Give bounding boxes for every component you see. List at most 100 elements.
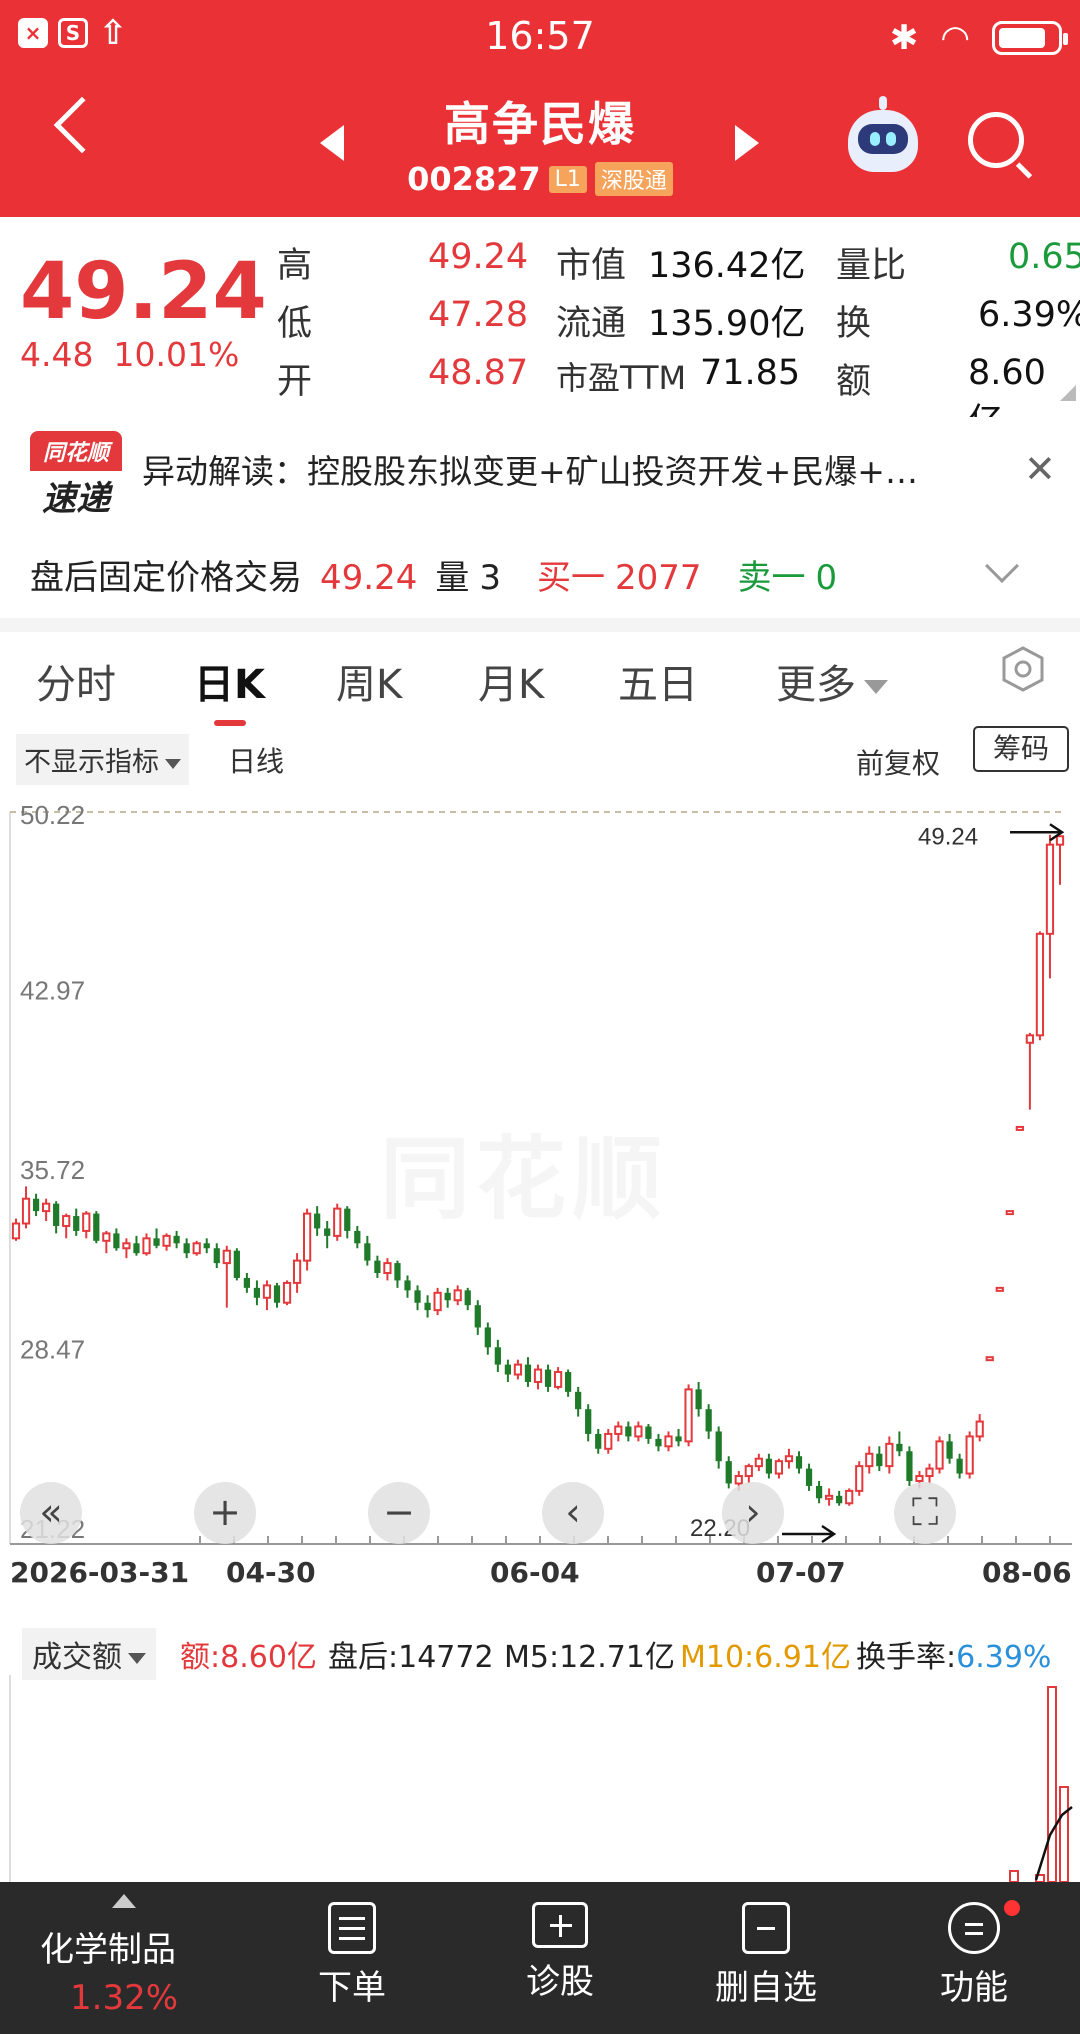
candle [303, 1208, 312, 1271]
candle-body [333, 1207, 342, 1237]
candle [675, 1428, 682, 1447]
volume-turnover: 换手率:6.39% [856, 1640, 1052, 1675]
tab-more[interactable]: 更多 [776, 652, 888, 710]
candle [203, 1238, 210, 1254]
candle [625, 1421, 632, 1442]
max-marker-arrow [1010, 823, 1065, 842]
candle [946, 1433, 953, 1464]
low-value: 47.28 [428, 295, 529, 335]
period-tabs: 分时 日K 周K 月K 五日 更多 [0, 646, 1080, 726]
candle [102, 1230, 111, 1254]
candle [956, 1453, 963, 1479]
zoom-out-button[interactable]: − [368, 1482, 430, 1544]
news-banner[interactable]: 同花顺 速递 异动解读：控股股东拟变更+矿山投资开发+民爆+… ✕ [0, 417, 1080, 532]
stock-code-row: 002827 L1 深股通 [0, 160, 1080, 198]
candle-body [1045, 843, 1055, 935]
sector-expand-icon[interactable] [112, 1894, 136, 1908]
order-document-icon [328, 1902, 376, 1954]
scroll-left-button[interactable]: ‹ [542, 1482, 604, 1544]
fullscreen-button[interactable]: ⛶ [894, 1482, 956, 1544]
diagnose-plus-icon [532, 1902, 588, 1948]
high-value: 49.24 [428, 237, 529, 277]
candle-body [324, 1228, 331, 1236]
tab-daily-k[interactable]: 日K [194, 652, 265, 726]
bid1-label: 买一 [536, 558, 605, 598]
candle-body [715, 1431, 722, 1462]
ai-assistant-robot-icon[interactable] [848, 96, 918, 172]
volume-chart[interactable] [0, 1675, 1080, 1882]
tab-weekly-k[interactable]: 周K [336, 652, 402, 710]
expand-corner-icon[interactable] [1060, 385, 1076, 401]
dropdown-triangle-icon [165, 758, 181, 769]
candle [855, 1461, 864, 1496]
candle [433, 1287, 442, 1316]
candle-body [383, 1262, 392, 1275]
candle [504, 1359, 511, 1382]
functions-button[interactable]: 功能 [884, 1882, 1064, 2009]
sector-name[interactable]: 化学制品 [40, 1922, 176, 1971]
next-stock-icon[interactable] [735, 125, 759, 161]
candle-body [946, 1441, 953, 1459]
candle-body [394, 1263, 401, 1281]
zoom-in-button[interactable]: + [194, 1482, 256, 1544]
settings-hexagon-icon[interactable] [1000, 646, 1046, 692]
candle [655, 1433, 662, 1452]
candle [1035, 931, 1045, 1041]
chevron-down-icon[interactable] [985, 549, 1019, 583]
candle [715, 1426, 722, 1469]
tab-monthly-k[interactable]: 月K [478, 652, 544, 710]
candle [394, 1260, 401, 1288]
chips-button[interactable]: 筹码 [973, 726, 1069, 772]
search-icon[interactable] [968, 112, 1024, 168]
after-hours-row[interactable]: 盘后固定价格交易 49.24 量 3 买一 2077 卖一 0 [0, 532, 1080, 632]
candle [213, 1243, 220, 1269]
diagnose-button[interactable]: 诊股 [470, 1882, 650, 2003]
candle-body [464, 1290, 471, 1306]
jump-start-button[interactable]: « [20, 1482, 82, 1544]
candle [744, 1463, 753, 1484]
candle-body [354, 1230, 361, 1244]
indicator-selector[interactable]: 不显示指标 [16, 734, 189, 785]
news-text[interactable]: 异动解读：控股股东拟变更+矿山投资开发+民爆+… [142, 445, 918, 493]
float-cap-value: 135.90亿 [648, 304, 806, 344]
dropdown-triangle-icon [864, 680, 888, 694]
candle-body [725, 1461, 732, 1484]
candle [1015, 1125, 1024, 1131]
x-tick-label: 08-06 [982, 1556, 1072, 1589]
y-tick-label: 28.47 [20, 1335, 85, 1365]
candle-body [815, 1485, 823, 1499]
ask1-label: 卖一 [737, 558, 806, 598]
candle-body [784, 1455, 794, 1463]
close-icon[interactable]: ✕ [1024, 447, 1056, 491]
candle-body [734, 1475, 743, 1485]
candle [614, 1421, 623, 1442]
candle [453, 1285, 462, 1306]
current-price: 49.24 [20, 247, 267, 337]
candle [553, 1367, 563, 1390]
amount-label: 额 [836, 362, 872, 402]
tab-intraday[interactable]: 分时 [36, 652, 116, 710]
candle-body [524, 1364, 532, 1382]
candle [82, 1211, 91, 1239]
candle [695, 1381, 702, 1417]
adjust-mode[interactable]: 前复权 [856, 742, 940, 782]
candle-body [262, 1284, 272, 1299]
x-tick-label: 07-07 [756, 1556, 846, 1589]
remove-favorite-button[interactable]: 删自选 [676, 1882, 856, 2009]
candle-body [53, 1203, 60, 1226]
candle [784, 1448, 794, 1469]
order-button[interactable]: 下单 [262, 1882, 442, 2009]
candle-body [183, 1243, 190, 1254]
after-hours-price: 49.24 [320, 558, 418, 598]
candle-body [664, 1435, 673, 1448]
candle [142, 1233, 151, 1256]
scroll-right-button[interactable]: › [722, 1482, 784, 1544]
volume-indicator-selector[interactable]: 成交额 [22, 1628, 156, 1680]
candle [364, 1235, 371, 1266]
tab-five-day[interactable]: 五日 [618, 652, 698, 710]
candle-body [314, 1213, 321, 1229]
volume-bar [1047, 1686, 1057, 1882]
candle-body [705, 1409, 712, 1432]
candle [21, 1186, 31, 1229]
candle-body [203, 1243, 210, 1249]
